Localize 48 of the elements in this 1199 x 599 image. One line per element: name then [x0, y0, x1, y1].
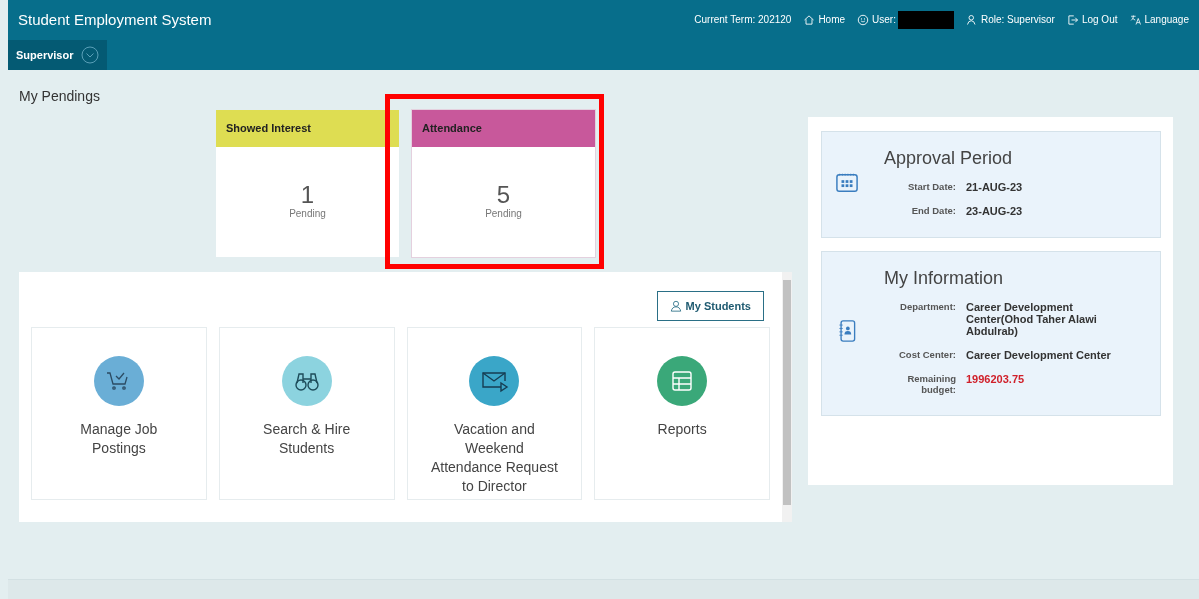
pending-count: 5: [496, 181, 511, 208]
tile-title: Showed Interest: [226, 121, 311, 134]
pending-tile[interactable]: Attendance 5 Pending: [412, 109, 595, 257]
card-label: Reports: [656, 419, 708, 439]
my-students-button[interactable]: My Students: [656, 290, 764, 321]
pending-tile[interactable]: Showed Interest 1 Pending: [216, 109, 399, 257]
user-label: User:: [857, 13, 896, 26]
translate-icon: [1129, 13, 1142, 26]
field-value: 23-AUG-23: [966, 204, 1024, 217]
field-label: End Date:: [910, 204, 956, 217]
chevron-icon: [81, 45, 100, 64]
pending-caption: Pending: [289, 207, 326, 219]
language-link[interactable]: Language: [1129, 13, 1189, 26]
logout-link[interactable]: Log Out: [1066, 13, 1118, 26]
home-icon: [803, 13, 816, 26]
field-value: 21-AUG-23: [966, 180, 1024, 193]
tile-title: Attendance: [422, 121, 482, 134]
supervisor-menu[interactable]: Supervisor: [8, 39, 108, 70]
field-value: Career Development Center: [966, 348, 1112, 361]
action-card[interactable]: Search & Hire Students: [218, 326, 395, 500]
smiley-icon: [857, 13, 870, 26]
action-card[interactable]: Manage Job Postings: [31, 326, 207, 500]
person-icon: [669, 299, 682, 312]
field-label: Department:: [899, 300, 956, 314]
calendar-icon: [836, 171, 858, 194]
field-value: 1996203.75: [966, 372, 1026, 387]
card-label: Manage Job Postings: [79, 419, 159, 458]
card-label: Search & Hire Students: [262, 419, 352, 458]
field-label: Start Date:: [906, 180, 956, 193]
action-card[interactable]: Vacation and Weekend Attendance Request to Director: [406, 326, 583, 500]
action-card[interactable]: Reports: [594, 326, 770, 500]
contact-book-icon: [836, 320, 858, 343]
person-icon: [966, 13, 978, 26]
card-title: Approval Period: [884, 147, 1014, 169]
logout-icon: [1066, 13, 1079, 26]
section-title: My Pendings: [19, 87, 101, 104]
home-link[interactable]: Home: [803, 13, 846, 26]
pending-caption: Pending: [485, 207, 522, 219]
scrollbar[interactable]: [782, 271, 792, 522]
card-title: My Information: [884, 267, 1005, 289]
pending-count: 1: [300, 181, 315, 208]
app-title: Student Employment System: [18, 11, 212, 29]
field-label: Remaining budget:: [906, 372, 956, 395]
field-value: Career Development Center(Ohod Taher Alawi Abdulrab): [966, 300, 1098, 337]
field-label: Cost Center:: [898, 348, 956, 361]
role-label: Role: Supervisor: [966, 13, 1055, 26]
current-term: Current Term: 202120: [694, 14, 792, 26]
card-label: Vacation and Weekend Attendance Request to Director: [429, 419, 559, 496]
